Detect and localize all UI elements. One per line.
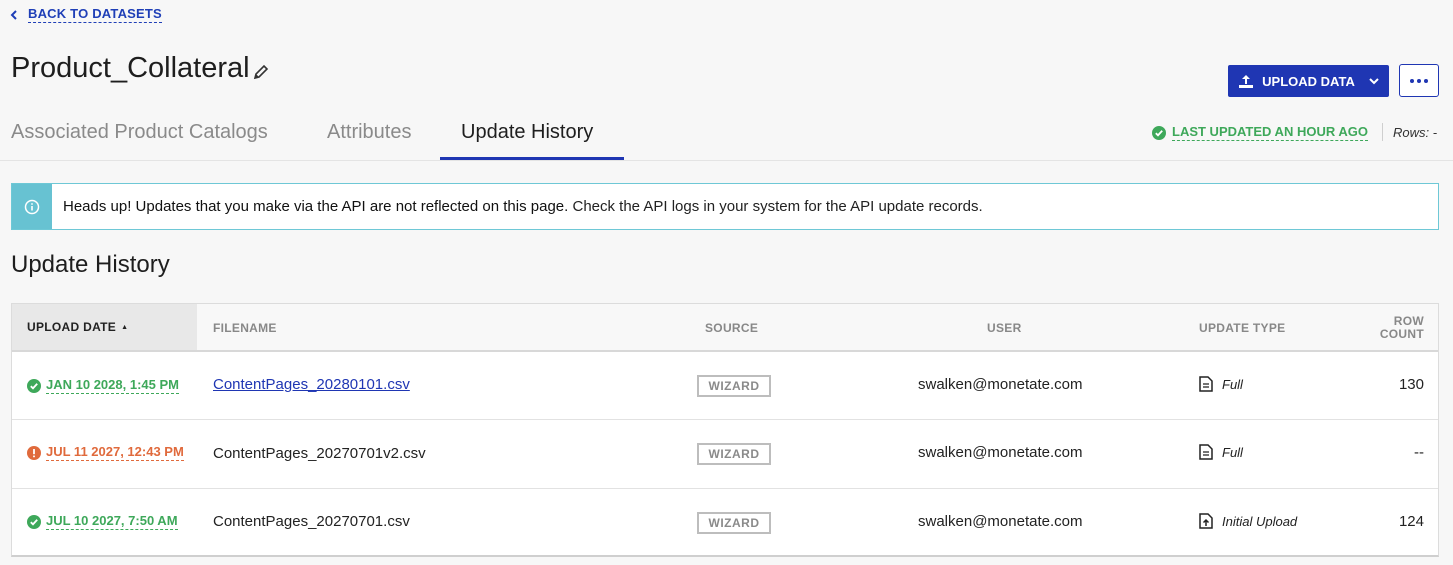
- api-info-alert: Heads up! Updates that you make via the …: [11, 183, 1439, 230]
- chevron-down-icon: [1369, 78, 1379, 85]
- pencil-icon[interactable]: [252, 63, 270, 81]
- update-type-cell: Full: [1199, 444, 1243, 460]
- filename-text: ContentPages_20270701v2.csv: [213, 445, 426, 462]
- filename-link[interactable]: ContentPages_20280101.csv: [213, 376, 410, 393]
- upload-date-label[interactable]: JAN 10 2028, 1:45 PM: [46, 377, 179, 394]
- user-cell: swalken@monetate.com: [918, 513, 1083, 530]
- update-type-label: Initial Upload: [1222, 513, 1298, 529]
- check-circle-icon: [27, 378, 41, 393]
- user-cell: swalken@monetate.com: [918, 444, 1083, 461]
- upload-data-label: UPLOAD DATA: [1262, 73, 1355, 89]
- document-icon: [1199, 376, 1213, 392]
- upload-date-label[interactable]: JUL 11 2027, 12:43 PM: [46, 444, 184, 461]
- alert-text: Heads up! Updates that you make via the …: [63, 198, 983, 215]
- header-row-count[interactable]: ROW COUNT: [1352, 315, 1424, 341]
- row-count-cell: 130: [1398, 376, 1424, 393]
- row-count-cell: 124: [1398, 513, 1424, 530]
- upload-date-cell: JUL 11 2027, 12:43 PM: [27, 444, 184, 461]
- document-icon: [1199, 444, 1213, 460]
- last-updated-label[interactable]: LAST UPDATED AN HOUR AGO: [1172, 124, 1368, 141]
- tab-attributes[interactable]: Attributes: [327, 121, 411, 144]
- header-user[interactable]: USER: [987, 321, 1022, 335]
- source-badge: WIZARD: [697, 375, 771, 397]
- upload-date-label[interactable]: JUL 10 2027, 7:50 AM: [46, 513, 178, 530]
- more-dot-icon: [1424, 78, 1428, 83]
- update-type-cell: Full: [1199, 376, 1243, 392]
- check-circle-icon: [1152, 125, 1166, 140]
- upload-data-button[interactable]: UPLOAD DATA: [1228, 65, 1389, 97]
- active-tab-indicator: [440, 157, 624, 160]
- alert-body: Check the API logs in your system for th…: [568, 198, 983, 215]
- tab-update-history[interactable]: Update History: [461, 121, 593, 144]
- table-row: JUL 11 2027, 12:43 PM ContentPages_20270…: [12, 421, 1438, 489]
- upload-date-cell: JUL 10 2027, 7:50 AM: [27, 513, 178, 530]
- tab-associated-product-catalogs[interactable]: Associated Product Catalogs: [11, 121, 268, 144]
- check-circle-icon: [27, 514, 41, 529]
- update-type-label: Full: [1222, 444, 1243, 460]
- source-badge: WIZARD: [697, 443, 771, 465]
- sort-ascending-icon: ▲: [121, 323, 129, 331]
- more-dot-icon: [1417, 78, 1421, 83]
- table-row: JUL 10 2027, 7:50 AM ContentPages_202707…: [12, 489, 1438, 557]
- header-source[interactable]: SOURCE: [705, 321, 758, 335]
- upload-date-cell: JAN 10 2028, 1:45 PM: [27, 377, 179, 394]
- table-row: JAN 10 2028, 1:45 PM ContentPages_202801…: [12, 352, 1438, 420]
- update-type-cell: Initial Upload: [1199, 513, 1297, 529]
- back-to-datasets-link[interactable]: BACK TO DATASETS: [10, 6, 162, 23]
- page-title: Product_Collateral: [11, 52, 250, 84]
- upload-icon: [1239, 74, 1254, 88]
- source-badge: WIZARD: [697, 512, 771, 534]
- last-updated-status: LAST UPDATED AN HOUR AGO: [1152, 124, 1368, 141]
- header-upload-date-label: UPLOAD DATE: [27, 320, 117, 334]
- more-dot-icon: [1410, 78, 1414, 83]
- update-history-table: UPLOAD DATE ▲ FILENAME SOURCE USER UPDAT…: [11, 303, 1439, 557]
- section-title: Update History: [11, 251, 170, 278]
- header-update-type[interactable]: UPDATE TYPE: [1199, 321, 1285, 335]
- user-cell: swalken@monetate.com: [918, 376, 1083, 393]
- header-row-count-line2: COUNT: [1379, 327, 1424, 341]
- rows-count: Rows: -: [1393, 125, 1438, 140]
- info-icon: [24, 199, 40, 214]
- alert-bar: [12, 184, 52, 229]
- update-type-label: Full: [1222, 376, 1243, 392]
- document-upload-icon: [1199, 513, 1213, 529]
- row-count-cell: --: [1414, 444, 1424, 461]
- chevron-left-icon: [10, 9, 17, 20]
- status-divider: [1382, 123, 1383, 141]
- header-upload-date[interactable]: UPLOAD DATE ▲: [12, 304, 197, 350]
- header-filename[interactable]: FILENAME: [213, 321, 277, 335]
- back-link-label: BACK TO DATASETS: [28, 6, 162, 23]
- dataset-title: Product_Collateral: [11, 52, 270, 85]
- error-circle-icon: [27, 445, 41, 460]
- alert-heading: Heads up! Updates that you make via the …: [63, 198, 569, 215]
- filename-text: ContentPages_20270701.csv: [213, 513, 410, 530]
- more-options-button[interactable]: [1399, 64, 1439, 97]
- table-header: UPLOAD DATE ▲ FILENAME SOURCE USER UPDAT…: [12, 304, 1438, 352]
